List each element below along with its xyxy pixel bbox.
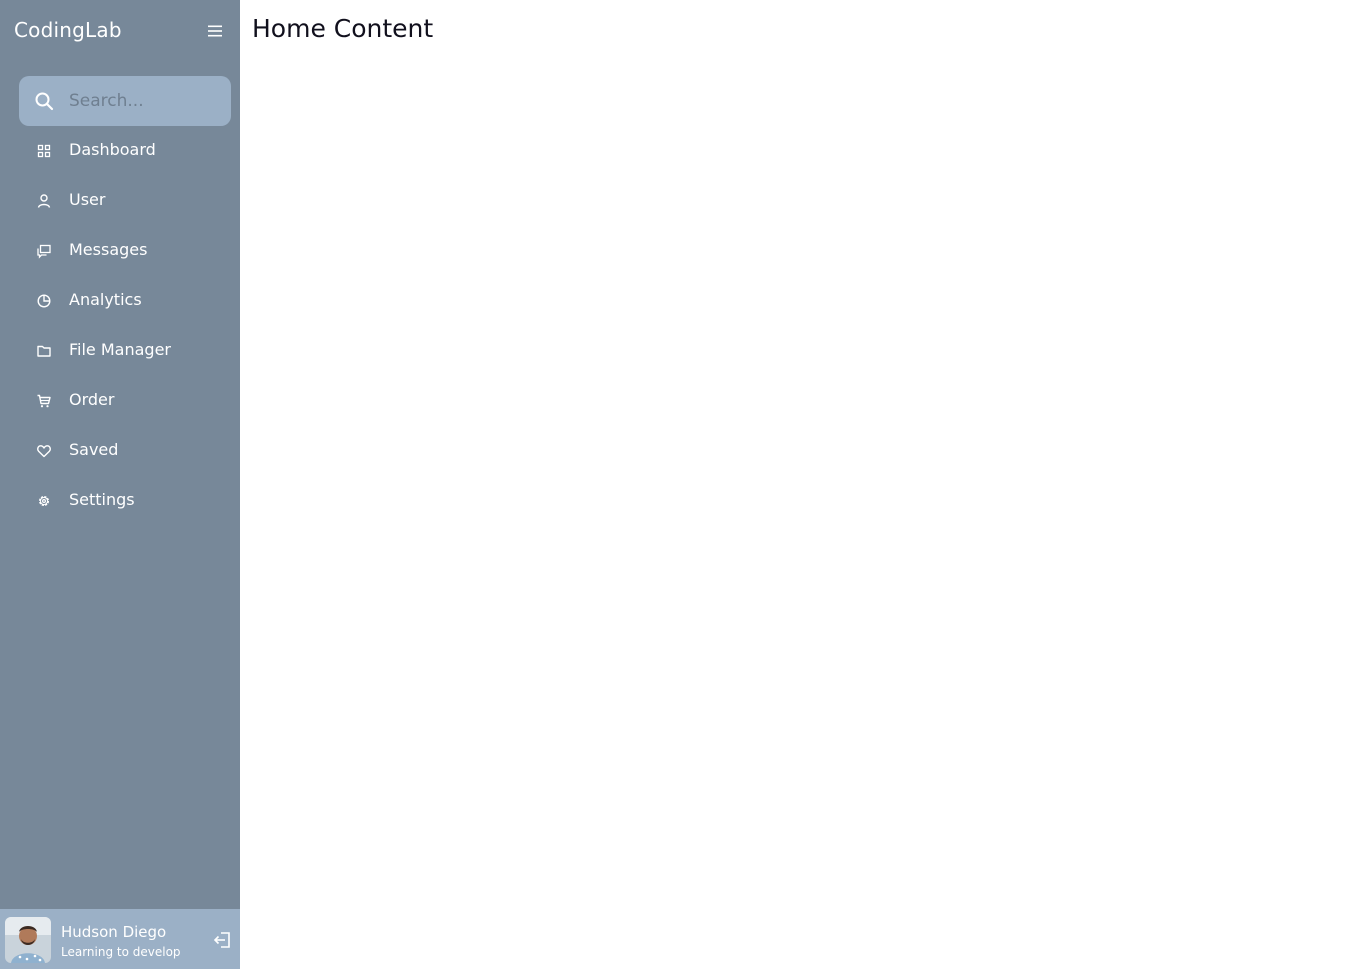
cart-icon — [36, 393, 52, 409]
sidebar-item-order[interactable]: Order — [0, 376, 240, 426]
sidebar-item-label: File Manager — [69, 340, 171, 359]
search-box — [19, 76, 231, 126]
heart-icon — [36, 443, 52, 459]
sidebar-item-label: Analytics — [69, 290, 142, 309]
profile-name: Hudson Diego — [61, 923, 167, 941]
sidebar: CodingLab Dashboard — [0, 0, 240, 969]
logo-text: CodingLab — [14, 18, 122, 42]
sidebar-item-label: Saved — [69, 440, 119, 459]
grid-icon — [36, 143, 52, 159]
search-input[interactable] — [69, 76, 229, 126]
chat-icon — [36, 243, 52, 259]
sidebar-item-file-manager[interactable]: File Manager — [0, 326, 240, 376]
hamburger-icon — [208, 25, 222, 37]
profile-role: Learning to develop — [61, 945, 181, 959]
logo-bar: CodingLab — [0, 0, 240, 62]
avatar — [5, 917, 51, 963]
sidebar-item-settings[interactable]: Settings — [0, 476, 240, 526]
logout-icon — [213, 932, 230, 948]
pie-chart-icon — [36, 293, 52, 309]
sidebar-item-analytics[interactable]: Analytics — [0, 276, 240, 326]
sidebar-item-messages[interactable]: Messages — [0, 226, 240, 276]
profile-section: Hudson Diego Learning to develop — [0, 909, 240, 969]
menu-toggle-button[interactable] — [207, 23, 223, 39]
page-title: Home Content — [252, 14, 434, 43]
folder-icon — [36, 343, 52, 359]
user-icon — [36, 193, 52, 209]
sidebar-item-label: Messages — [69, 240, 148, 259]
sidebar-item-label: User — [69, 190, 106, 209]
sidebar-item-label: Settings — [69, 490, 135, 509]
search-icon[interactable] — [34, 91, 54, 111]
sidebar-item-label: Dashboard — [69, 140, 156, 159]
sidebar-item-dashboard[interactable]: Dashboard — [0, 126, 240, 176]
sidebar-item-saved[interactable]: Saved — [0, 426, 240, 476]
sidebar-nav: Dashboard User Messages Analytics File M… — [0, 126, 240, 526]
sidebar-item-user[interactable]: User — [0, 176, 240, 226]
gear-icon — [36, 493, 52, 509]
logout-button[interactable] — [212, 930, 232, 950]
sidebar-item-label: Order — [69, 390, 115, 409]
